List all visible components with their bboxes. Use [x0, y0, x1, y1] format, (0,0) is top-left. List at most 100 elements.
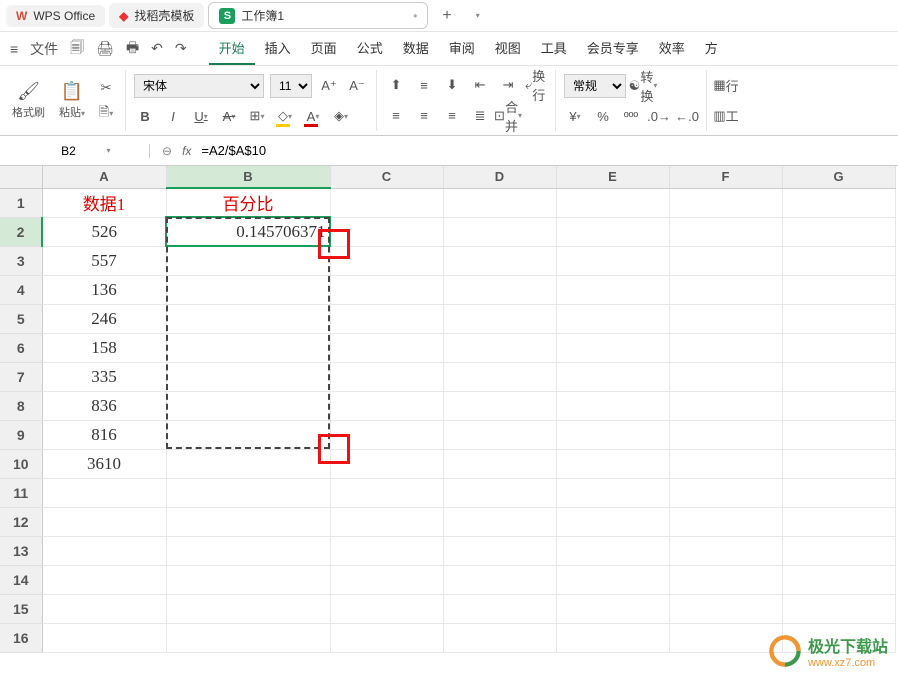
- cell-D1[interactable]: [443, 188, 556, 217]
- cell-D16[interactable]: [443, 623, 556, 652]
- cell-D6[interactable]: [443, 333, 556, 362]
- print-icon[interactable]: 🖶: [126, 37, 139, 61]
- cell-F16[interactable]: [669, 623, 782, 652]
- cell-C16[interactable]: [330, 623, 443, 652]
- row-header-7[interactable]: 7: [0, 362, 42, 391]
- cell-A10[interactable]: 3610: [42, 449, 166, 478]
- cell-D11[interactable]: [443, 478, 556, 507]
- cell-D12[interactable]: [443, 507, 556, 536]
- cell-B14[interactable]: [166, 565, 330, 594]
- cell-A12[interactable]: [42, 507, 166, 536]
- menu-插入[interactable]: 插入: [255, 32, 301, 65]
- cell-F14[interactable]: [669, 565, 782, 594]
- cell-G2[interactable]: [782, 217, 895, 246]
- cell-C1[interactable]: [330, 188, 443, 217]
- menu-开始[interactable]: 开始: [209, 32, 255, 65]
- cell-F1[interactable]: [669, 188, 782, 217]
- cell-D15[interactable]: [443, 594, 556, 623]
- cell-E11[interactable]: [556, 478, 669, 507]
- align-left-icon[interactable]: ≡: [385, 105, 407, 127]
- cell-A15[interactable]: [42, 594, 166, 623]
- cell-D5[interactable]: [443, 304, 556, 333]
- cell-C14[interactable]: [330, 565, 443, 594]
- cell-C9[interactable]: [330, 420, 443, 449]
- cell-E2[interactable]: [556, 217, 669, 246]
- menu-会员专享[interactable]: 会员专享: [577, 32, 649, 65]
- row-header-10[interactable]: 10: [0, 449, 42, 478]
- cell-F2[interactable]: [669, 217, 782, 246]
- cell-G7[interactable]: [782, 362, 895, 391]
- align-top-icon[interactable]: ⬆: [385, 74, 407, 96]
- cell-E16[interactable]: [556, 623, 669, 652]
- menu-icon[interactable]: ≡: [10, 41, 18, 57]
- formula-input[interactable]: [201, 143, 601, 158]
- number-format-select[interactable]: 常规: [564, 74, 626, 98]
- add-tab-button[interactable]: +: [432, 7, 461, 25]
- spreadsheet-grid[interactable]: ABCDEFG 1数据1百分比25260.1457063713557413652…: [0, 166, 898, 676]
- cell-G1[interactable]: [782, 188, 895, 217]
- cell-C4[interactable]: [330, 275, 443, 304]
- menu-审阅[interactable]: 审阅: [439, 32, 485, 65]
- row-header-4[interactable]: 4: [0, 275, 42, 304]
- cell-F13[interactable]: [669, 536, 782, 565]
- cell-B5[interactable]: [166, 304, 330, 333]
- cell-C10[interactable]: [330, 449, 443, 478]
- align-center-icon[interactable]: ≡: [413, 105, 435, 127]
- cell-B2[interactable]: 0.145706371: [166, 217, 330, 246]
- align-right-icon[interactable]: ≡: [441, 105, 463, 127]
- cell-B10[interactable]: [166, 449, 330, 478]
- increase-font-icon[interactable]: A⁺: [318, 75, 340, 97]
- file-menu[interactable]: 文件: [30, 39, 58, 59]
- cell-A2[interactable]: 526: [42, 217, 166, 246]
- row-header-16[interactable]: 16: [0, 623, 42, 652]
- cell-C12[interactable]: [330, 507, 443, 536]
- cell-E14[interactable]: [556, 565, 669, 594]
- save-icon[interactable]: 🗐: [70, 37, 84, 61]
- row-header-2[interactable]: 2: [0, 217, 42, 246]
- row-header-11[interactable]: 11: [0, 478, 42, 507]
- cell-C5[interactable]: [330, 304, 443, 333]
- cell-E1[interactable]: [556, 188, 669, 217]
- export-icon[interactable]: 🖨: [96, 40, 114, 57]
- cell-C11[interactable]: [330, 478, 443, 507]
- cell-E5[interactable]: [556, 304, 669, 333]
- cell-A16[interactable]: [42, 623, 166, 652]
- wrap-text-button[interactable]: ⤶换行: [525, 74, 547, 96]
- cell-B4[interactable]: [166, 275, 330, 304]
- cell-E4[interactable]: [556, 275, 669, 304]
- menu-公式[interactable]: 公式: [347, 32, 393, 65]
- indent-left-icon[interactable]: ⇤: [469, 74, 491, 96]
- name-box-dropdown-icon[interactable]: ▾: [106, 146, 110, 155]
- copy-icon[interactable]: 🗎▾: [95, 103, 117, 125]
- cell-G11[interactable]: [782, 478, 895, 507]
- merge-cells-button[interactable]: ⊡合并▾: [497, 105, 519, 127]
- cell-B8[interactable]: [166, 391, 330, 420]
- italic-button[interactable]: I: [162, 105, 184, 127]
- cell-A9[interactable]: 816: [42, 420, 166, 449]
- cell-G13[interactable]: [782, 536, 895, 565]
- cell-F7[interactable]: [669, 362, 782, 391]
- worksheet-button[interactable]: ▥工: [715, 105, 737, 127]
- undo-icon[interactable]: ↶: [151, 40, 163, 57]
- cell-D7[interactable]: [443, 362, 556, 391]
- cell-E9[interactable]: [556, 420, 669, 449]
- row-header-6[interactable]: 6: [0, 333, 42, 362]
- cell-B3[interactable]: [166, 246, 330, 275]
- menu-工具[interactable]: 工具: [531, 32, 577, 65]
- cell-E6[interactable]: [556, 333, 669, 362]
- cell-F3[interactable]: [669, 246, 782, 275]
- cell-E3[interactable]: [556, 246, 669, 275]
- tab-list-dropdown-icon[interactable]: ▾: [466, 11, 490, 20]
- cell-F15[interactable]: [669, 594, 782, 623]
- cell-C13[interactable]: [330, 536, 443, 565]
- cell-E7[interactable]: [556, 362, 669, 391]
- cell-C7[interactable]: [330, 362, 443, 391]
- fill-color-button[interactable]: ◇▾: [274, 105, 296, 127]
- cell-B11[interactable]: [166, 478, 330, 507]
- cell-E15[interactable]: [556, 594, 669, 623]
- menu-方[interactable]: 方: [695, 32, 728, 65]
- clear-format-icon[interactable]: ◈▾: [330, 105, 352, 127]
- underline-button[interactable]: U▾: [190, 105, 212, 127]
- tab-wps[interactable]: W WPS Office: [6, 5, 105, 27]
- border-button[interactable]: ⊞▾: [246, 105, 268, 127]
